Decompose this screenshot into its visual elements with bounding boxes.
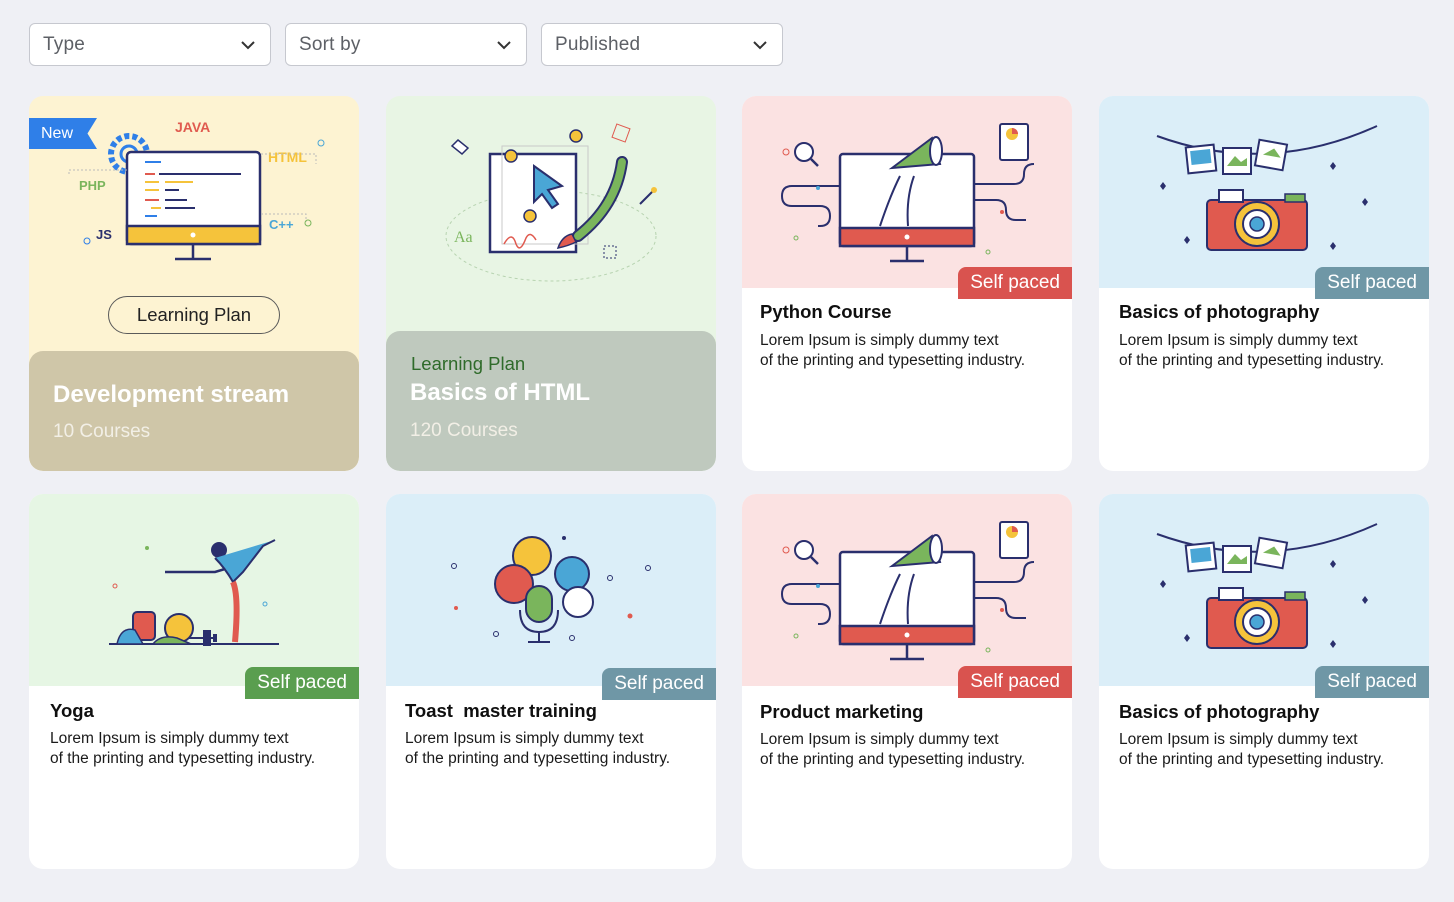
java-label: JAVA — [175, 119, 210, 135]
course-card-toast-master[interactable]: Self paced Toast master training Lorem I… — [386, 494, 716, 869]
self-paced-badge: Self paced — [245, 667, 359, 699]
design-illustration: Aa — [386, 96, 716, 356]
published-dropdown-value: Published — [555, 33, 641, 55]
php-label: PHP — [79, 178, 106, 193]
published-dropdown[interactable]: Published — [541, 23, 783, 66]
aa-label: Aa — [454, 229, 473, 246]
sort-by-dropdown-value: Sort by — [299, 33, 361, 55]
description-line: Lorem Ipsum is simply dummy text — [405, 730, 644, 747]
plan-footer: Development stream 10 Courses — [29, 351, 359, 471]
self-paced-badge: Self paced — [1315, 267, 1429, 299]
description-line: Lorem Ipsum is simply dummy text — [50, 730, 289, 747]
photography-illustration — [1099, 494, 1429, 686]
description-line: Lorem Ipsum is simply dummy text — [760, 332, 999, 349]
self-paced-badge: Self paced — [1315, 666, 1429, 698]
description-line: Lorem Ipsum is simply dummy text — [1119, 332, 1358, 349]
plan-course-count: 10 Courses — [53, 421, 151, 442]
chevron-down-icon — [497, 40, 511, 49]
course-description: Lorem Ipsum is simply dummy text of the … — [405, 729, 716, 769]
course-card-yoga[interactable]: Self paced Yoga Lorem Ipsum is simply du… — [29, 494, 359, 869]
course-card-python[interactable]: Self paced Python Course Lorem Ipsum is … — [742, 96, 1072, 471]
chevron-down-icon — [753, 40, 767, 49]
course-title: Basics of photography — [1119, 301, 1320, 322]
course-description: Lorem Ipsum is simply dummy text of the … — [50, 729, 359, 769]
self-paced-badge: Self paced — [958, 666, 1072, 698]
course-title: Yoga — [50, 700, 94, 721]
languages-illustration — [386, 494, 716, 686]
html-label: HTML — [268, 149, 307, 165]
cpp-label: C++ — [269, 217, 294, 232]
description-line: of the printing and typesetting industry… — [760, 751, 1026, 768]
yoga-illustration — [29, 494, 359, 686]
learning-plan-button[interactable]: Learning Plan — [108, 296, 280, 334]
course-description: Lorem Ipsum is simply dummy text of the … — [760, 730, 1072, 770]
description-line: of the printing and typesetting industry… — [405, 750, 671, 767]
learning-plan-card-basics-of-html[interactable]: Aa Learning Plan Basics of HTML 120 Cour… — [386, 96, 716, 471]
course-title: Basics of photography — [1119, 701, 1320, 722]
course-description: Lorem Ipsum is simply dummy text of the … — [1119, 331, 1429, 371]
photography-illustration — [1099, 96, 1429, 288]
course-title: Python Course — [760, 301, 892, 322]
description-line: of the printing and typesetting industry… — [760, 352, 1026, 369]
plan-title: Development stream — [53, 381, 290, 408]
description-line: of the printing and typesetting industry… — [50, 750, 316, 767]
new-badge: New — [29, 118, 97, 149]
course-description: Lorem Ipsum is simply dummy text of the … — [760, 331, 1072, 371]
course-card-photography-2[interactable]: Self paced Basics of photography Lorem I… — [1099, 494, 1429, 869]
plan-title: Basics of HTML — [410, 379, 591, 406]
js-label: JS — [96, 227, 112, 242]
course-card-photography[interactable]: Self paced Basics of photography Lorem I… — [1099, 96, 1429, 471]
type-dropdown-value: Type — [43, 33, 85, 55]
self-paced-badge: Self paced — [958, 267, 1072, 299]
plan-course-count: 120 Courses — [410, 420, 518, 441]
learning-plan-tag: Learning Plan — [411, 353, 526, 374]
plan-footer: Learning Plan Basics of HTML 120 Courses — [386, 331, 716, 471]
marketing-illustration — [742, 96, 1072, 288]
course-title: Product marketing — [760, 701, 924, 722]
description-line: Lorem Ipsum is simply dummy text — [760, 731, 999, 748]
learning-plan-card-development-stream[interactable]: JAVA HTML PHP JS C++ New Learning Plan D… — [29, 96, 359, 471]
description-line: of the printing and typesetting industry… — [1119, 352, 1385, 369]
course-title: Toast master training — [405, 700, 597, 721]
self-paced-badge: Self paced — [602, 668, 716, 700]
marketing-illustration — [742, 494, 1072, 686]
course-card-product-marketing[interactable]: Self paced Product marketing Lorem Ipsum… — [742, 494, 1072, 869]
description-line: Lorem Ipsum is simply dummy text — [1119, 731, 1358, 748]
type-dropdown[interactable]: Type — [29, 23, 271, 66]
course-description: Lorem Ipsum is simply dummy text of the … — [1119, 730, 1429, 770]
filter-bar: Type Sort by Published — [29, 23, 783, 66]
description-line: of the printing and typesetting industry… — [1119, 751, 1385, 768]
sort-by-dropdown[interactable]: Sort by — [285, 23, 527, 66]
chevron-down-icon — [241, 40, 255, 49]
